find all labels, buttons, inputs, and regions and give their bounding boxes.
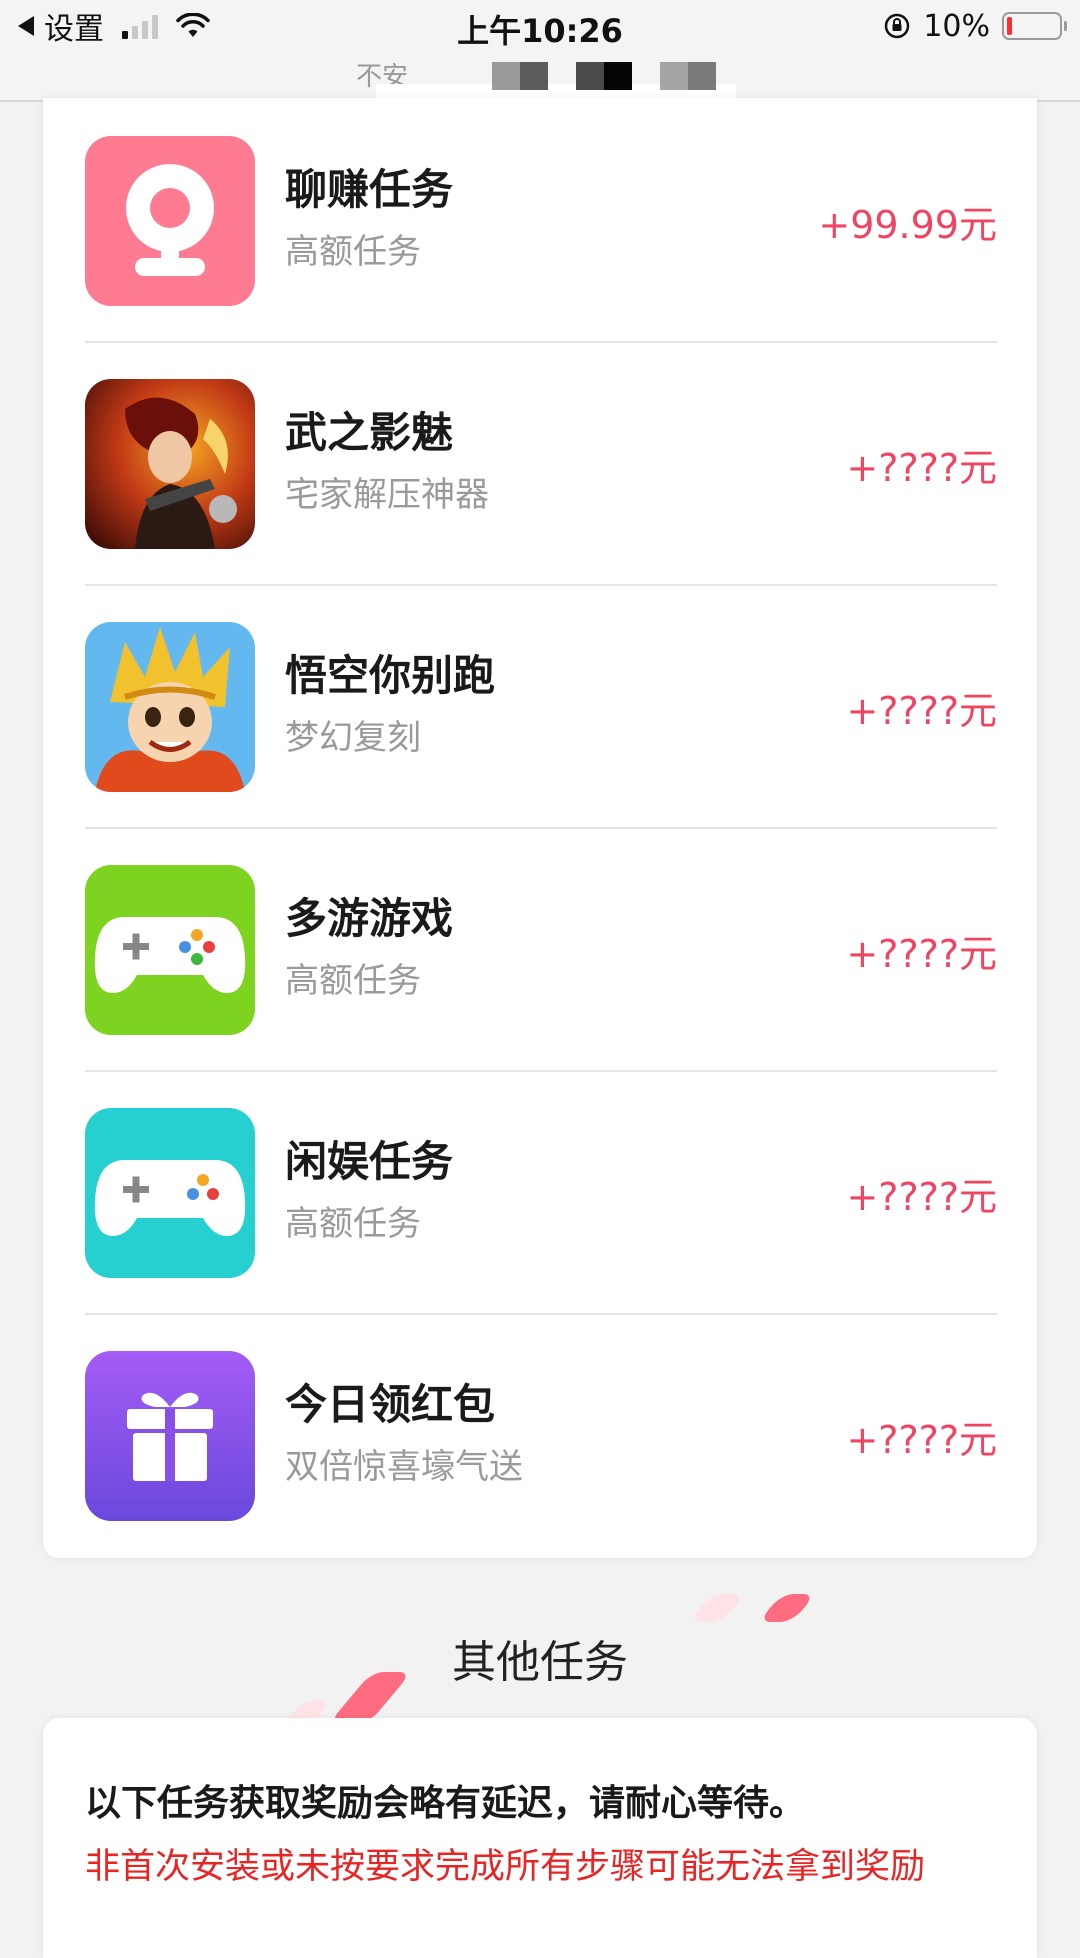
battery-icon	[1002, 12, 1067, 40]
task-reward: +????元	[846, 1418, 997, 1462]
url-bar[interactable]: 不安	[0, 52, 1080, 102]
task-title: 闲娱任务	[285, 1137, 454, 1186]
other-tasks-notice-card: 以下任务获取奖励会略有延迟，请耐心等待。 非首次安装或未按要求完成所有步骤可能无…	[43, 1718, 1037, 1958]
task-title: 聊赚任务	[285, 165, 454, 214]
task-subtitle: 高额任务	[285, 1204, 421, 1244]
task-row[interactable]: 今日领红包 双倍惊喜壕气送 +????元	[85, 1313, 997, 1556]
task-title: 武之影魅	[285, 408, 454, 457]
rotation-lock-icon	[885, 13, 910, 39]
task-row[interactable]: 武之影魅 宅家解压神器 +????元	[85, 341, 997, 586]
pixelated-url-block	[576, 62, 632, 90]
gamepad-icon	[85, 865, 255, 1035]
task-reward: +????元	[846, 1175, 997, 1219]
task-subtitle: 高额任务	[285, 961, 421, 1001]
battery-level	[1007, 17, 1012, 35]
task-row[interactable]: 多游游戏 高额任务 +????元	[85, 827, 997, 1072]
game-warrior-icon	[85, 379, 255, 549]
task-reward: +99.99元	[818, 203, 997, 247]
warning-text: 非首次安装或未按要求完成所有步骤可能无法拿到奖励	[85, 1847, 926, 1887]
task-reward: +????元	[846, 446, 997, 490]
task-title: 今日领红包	[285, 1380, 496, 1429]
gamepad-icon	[85, 1108, 255, 1278]
pixelated-url-block	[492, 62, 548, 90]
task-reward: +????元	[846, 689, 997, 733]
task-row[interactable]: 悟空你别跑 梦幻复刻 +????元	[85, 584, 997, 829]
task-reward: +????元	[846, 932, 997, 976]
section-title: 其他任务	[452, 1637, 628, 1688]
status-bar: 设置 上午10:26 10%	[0, 0, 1080, 52]
task-title: 多游游戏	[285, 894, 454, 943]
decorative-stripe	[758, 1594, 816, 1622]
task-list-card: 聊赚任务 高额任务 +99.99元 武之影魅 宅家解压神器 +????元 悟空你…	[43, 98, 1037, 1558]
game-wukong-icon	[85, 622, 255, 792]
status-bar-right: 10%	[883, 8, 1067, 44]
task-subtitle: 宅家解压神器	[285, 475, 489, 515]
pixelated-url-block	[660, 62, 716, 90]
webcam-icon	[85, 136, 255, 306]
gift-icon	[85, 1351, 255, 1521]
task-subtitle: 双倍惊喜壕气送	[285, 1447, 523, 1487]
notice-text: 以下任务获取奖励会略有延迟，请耐心等待。	[85, 1783, 806, 1824]
task-subtitle: 高额任务	[285, 232, 421, 272]
other-tasks-heading: 其他任务	[0, 1580, 1080, 1730]
task-row[interactable]: 聊赚任务 高额任务 +99.99元	[85, 98, 997, 343]
task-row[interactable]: 闲娱任务 高额任务 +????元	[85, 1070, 997, 1315]
battery-percent: 10%	[923, 8, 990, 44]
task-subtitle: 梦幻复刻	[285, 718, 421, 758]
task-title: 悟空你别跑	[285, 651, 496, 700]
decorative-stripe	[688, 1594, 746, 1622]
